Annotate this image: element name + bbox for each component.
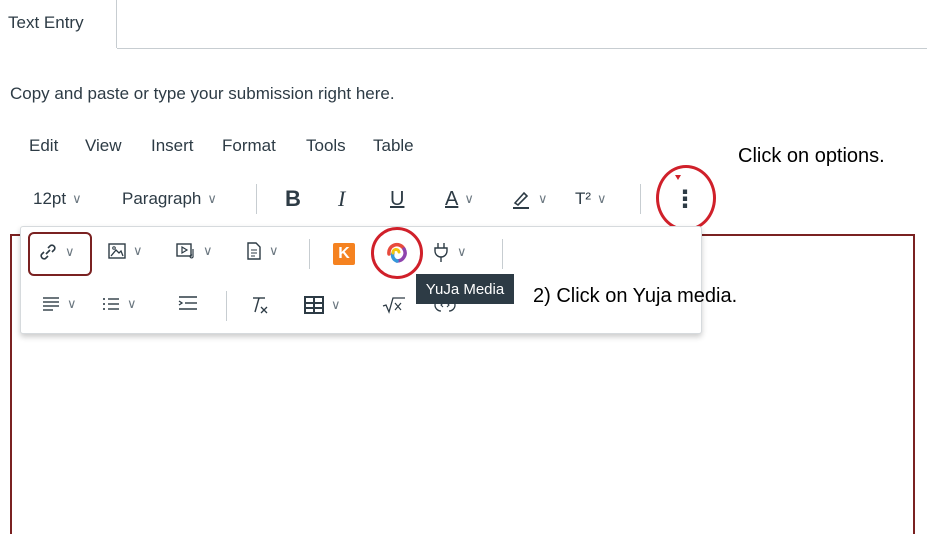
align-button[interactable]: ∨ bbox=[41, 295, 77, 313]
callout-options: Click on options. bbox=[738, 145, 885, 167]
tab-label: Text Entry bbox=[8, 13, 84, 32]
chevron-down-icon: ∨ bbox=[464, 191, 474, 206]
font-size-dropdown[interactable]: 12pt ∨ bbox=[33, 184, 82, 214]
tab-divider bbox=[117, 48, 927, 49]
highlighter-icon bbox=[513, 191, 529, 209]
toolbar-separator bbox=[502, 239, 503, 269]
menu-format[interactable]: Format bbox=[222, 136, 276, 156]
align-left-icon bbox=[43, 297, 59, 311]
options-highlight-circle bbox=[656, 165, 716, 231]
plug-icon bbox=[434, 243, 448, 262]
chevron-down-icon: ∨ bbox=[457, 244, 467, 259]
clear-formatting-button[interactable] bbox=[249, 295, 271, 315]
font-size-value: 12pt bbox=[33, 189, 67, 208]
toolbar-separator bbox=[256, 184, 257, 214]
chevron-down-icon: ∨ bbox=[331, 297, 341, 312]
chevron-down-icon: ∨ bbox=[207, 191, 217, 206]
link-button[interactable]: ∨ bbox=[37, 241, 75, 263]
menu-edit[interactable]: Edit bbox=[29, 136, 58, 156]
media-button[interactable]: ∨ bbox=[175, 241, 213, 261]
document-icon bbox=[247, 242, 261, 260]
text-color-icon: A bbox=[445, 187, 459, 210]
image-icon bbox=[108, 243, 126, 259]
document-button[interactable]: ∨ bbox=[245, 241, 279, 261]
chevron-down-icon: ∨ bbox=[203, 243, 213, 258]
toolbar-separator bbox=[226, 291, 227, 321]
list-button[interactable]: ∨ bbox=[101, 295, 137, 313]
chevron-down-icon: ∨ bbox=[67, 296, 77, 311]
yuja-highlight-circle bbox=[371, 227, 423, 279]
media-icon bbox=[176, 243, 194, 259]
bold-button[interactable]: B bbox=[285, 184, 301, 214]
superscript-icon: T² bbox=[575, 189, 592, 208]
indent-button[interactable] bbox=[177, 295, 199, 313]
menu-table[interactable]: Table bbox=[373, 136, 414, 156]
chevron-down-icon: ∨ bbox=[65, 244, 75, 259]
chevron-down-icon: ∨ bbox=[127, 296, 137, 311]
block-format-dropdown[interactable]: Paragraph ∨ bbox=[122, 184, 217, 214]
menu-tools[interactable]: Tools bbox=[306, 136, 346, 156]
more-toolbar-popup: ∨ ∨ ∨ ∨ K ∨ ∨ ∨ ∨ bbox=[20, 226, 702, 334]
indent-icon bbox=[178, 296, 197, 310]
menu-insert[interactable]: Insert bbox=[151, 136, 194, 156]
image-button[interactable]: ∨ bbox=[107, 241, 143, 261]
chevron-down-icon: ∨ bbox=[72, 191, 82, 206]
chevron-down-icon: ∨ bbox=[269, 243, 279, 258]
block-format-value: Paragraph bbox=[122, 189, 202, 208]
chevron-down-icon: ∨ bbox=[133, 243, 143, 258]
text-color-button[interactable]: A ∨ bbox=[445, 184, 474, 214]
chevron-down-icon: ∨ bbox=[538, 191, 548, 206]
chevron-down-icon: ∨ bbox=[597, 191, 607, 206]
underline-button[interactable]: U bbox=[390, 184, 404, 214]
toolbar-separator bbox=[309, 239, 310, 269]
square-root-icon bbox=[382, 297, 405, 314]
table-button[interactable]: ∨ bbox=[303, 295, 341, 315]
superscript-button[interactable]: T² ∨ bbox=[575, 184, 607, 214]
bullet-list-icon bbox=[103, 298, 119, 310]
tab-text-entry[interactable]: Text Entry bbox=[0, 0, 117, 48]
submission-instruction: Copy and paste or type your submission r… bbox=[10, 84, 395, 103]
link-icon bbox=[40, 244, 56, 260]
yuja-media-tooltip: YuJa Media bbox=[416, 274, 514, 304]
italic-button[interactable]: I bbox=[338, 184, 345, 214]
highlight-color-button[interactable]: ∨ bbox=[510, 184, 548, 214]
table-icon bbox=[304, 296, 324, 314]
clear-formatting-icon bbox=[253, 297, 268, 314]
toolbar-separator bbox=[640, 184, 641, 214]
menu-view[interactable]: View bbox=[85, 136, 122, 156]
callout-yuja: 2) Click on Yuja media. bbox=[533, 285, 738, 307]
equation-button[interactable] bbox=[381, 295, 407, 315]
plugin-button[interactable]: ∨ bbox=[431, 241, 467, 263]
k-app-button[interactable]: K bbox=[333, 243, 355, 265]
